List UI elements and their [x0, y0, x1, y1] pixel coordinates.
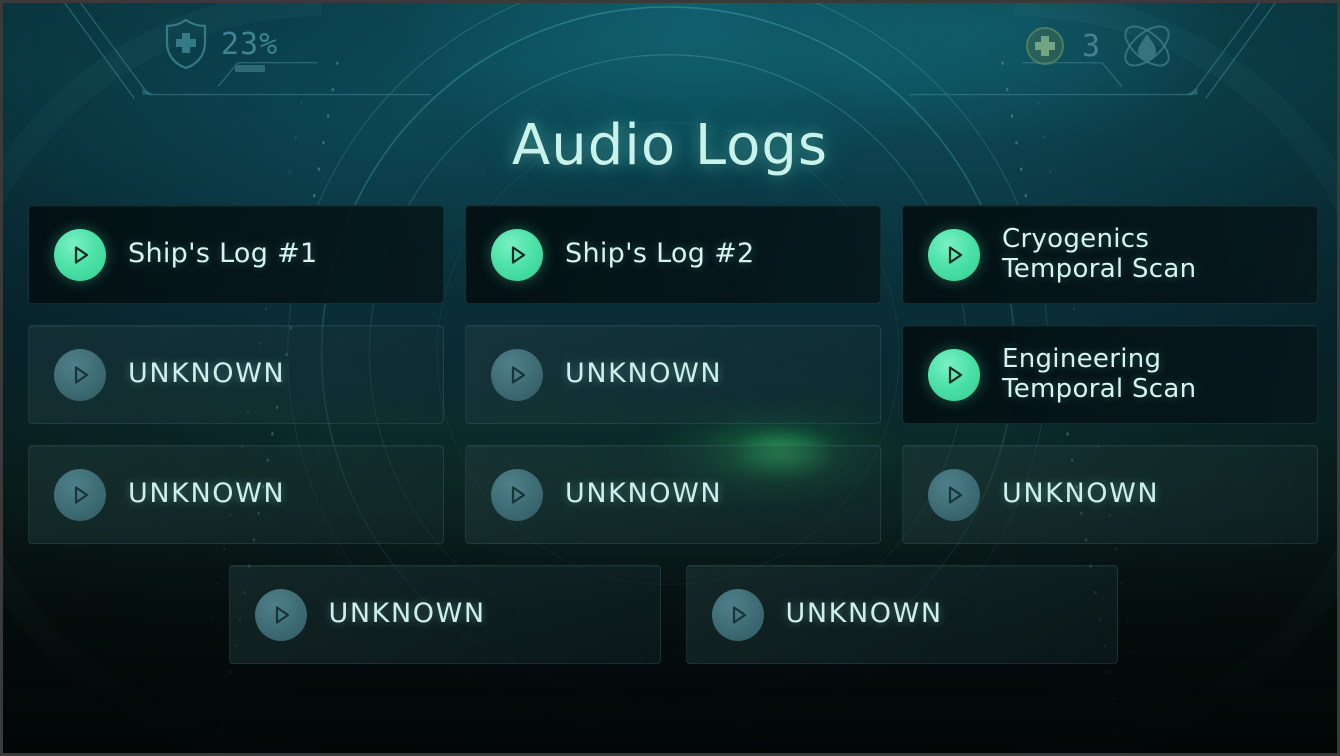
audio-log-button[interactable]: UNKNOWN — [465, 325, 881, 424]
audio-log-button[interactable]: Cryogenics Temporal Scan — [902, 205, 1318, 304]
medkit-count-value: 3 — [1081, 28, 1101, 64]
audio-log-button[interactable]: UNKNOWN — [228, 565, 661, 664]
audio-log-grid: Ship's Log #1 Ship's Log #2 Cryogenics Tem… — [28, 205, 1318, 685]
shield-plus-icon — [165, 18, 207, 70]
audio-log-label: UNKNOWN — [128, 478, 286, 510]
audio-log-button[interactable]: Engineering Temporal Scan — [902, 325, 1318, 424]
play-icon[interactable] — [54, 348, 106, 401]
audio-log-label: UNKNOWN — [328, 598, 486, 630]
audio-log-label: UNKNOWN — [565, 478, 723, 510]
audio-log-button[interactable]: UNKNOWN — [685, 565, 1118, 664]
audio-log-button[interactable]: UNKNOWN — [28, 445, 444, 544]
medkit-circle-icon — [1025, 27, 1064, 65]
audio-log-label: Engineering Temporal Scan — [1002, 344, 1197, 404]
audio-log-label: UNKNOWN — [785, 598, 943, 630]
play-icon[interactable] — [928, 468, 980, 521]
play-icon[interactable] — [54, 468, 106, 521]
audio-log-label: UNKNOWN — [565, 358, 723, 390]
audio-log-row: UNKNOWN UNKNOWN Engineering Temporal Scan — [28, 325, 1318, 424]
audio-log-label: UNKNOWN — [1002, 478, 1160, 510]
audio-log-button[interactable]: UNKNOWN — [28, 325, 444, 424]
play-icon[interactable] — [491, 468, 543, 521]
play-icon[interactable] — [928, 228, 980, 281]
audio-logs-screen: 23% 3 Audio Logs Ship's Log #1 Ship's Log… — [0, 0, 1340, 756]
audio-log-row: Ship's Log #1 Ship's Log #2 Cryogenics Tem… — [28, 205, 1318, 304]
play-icon[interactable] — [54, 228, 106, 281]
health-bar-segment — [235, 65, 265, 72]
audio-log-button[interactable]: Ship's Log #2 — [465, 205, 881, 304]
audio-log-label: Cryogenics Temporal Scan — [1002, 224, 1197, 284]
audio-log-row: UNKNOWN UNKNOWN UNKNOWN — [28, 445, 1318, 544]
play-icon[interactable] — [928, 348, 980, 401]
hud-resources-group: 3 — [1024, 17, 1177, 75]
play-icon[interactable] — [491, 348, 543, 401]
audio-log-label: Ship's Log #1 — [128, 238, 318, 270]
page-title: Audio Logs — [511, 113, 829, 178]
play-icon[interactable] — [711, 588, 764, 641]
audio-log-button[interactable]: UNKNOWN — [465, 445, 881, 544]
health-percent-value: 23% — [221, 26, 279, 62]
audio-log-button[interactable]: Ship's Log #1 — [28, 205, 444, 304]
play-icon[interactable] — [491, 228, 543, 281]
audio-log-row: UNKNOWN UNKNOWN — [28, 565, 1318, 664]
audio-log-button[interactable]: UNKNOWN — [902, 445, 1318, 544]
atom-droplet-icon — [1124, 25, 1170, 67]
play-icon[interactable] — [254, 588, 307, 641]
hud-health-group: 23% — [163, 17, 278, 71]
audio-log-label: UNKNOWN — [128, 358, 286, 390]
audio-log-label: Ship's Log #2 — [565, 238, 755, 270]
